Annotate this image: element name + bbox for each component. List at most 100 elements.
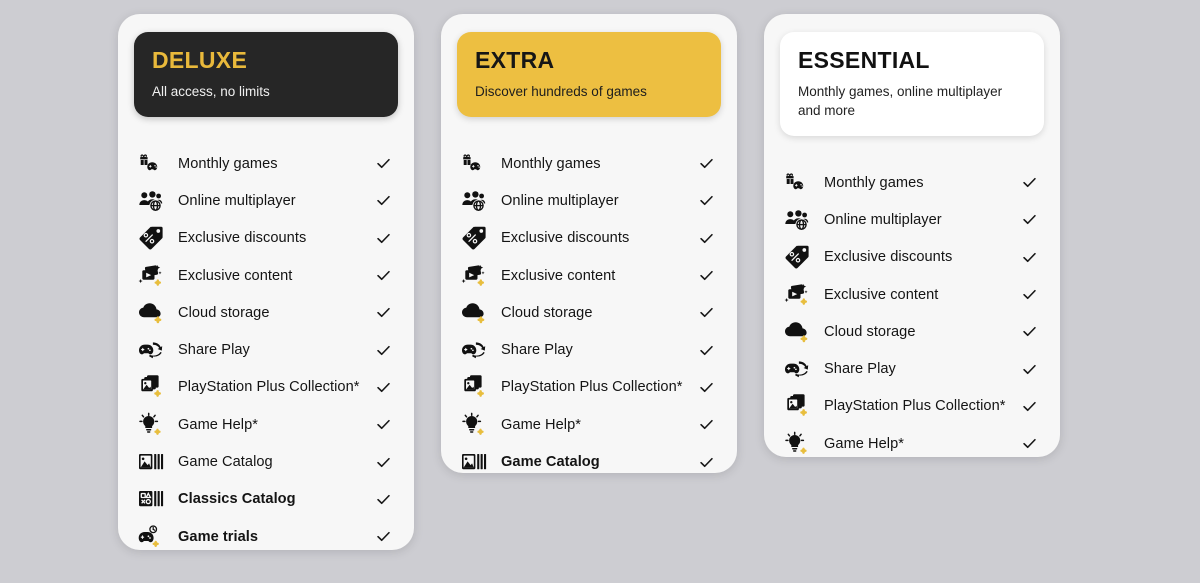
plan-subtitle: All access, no limits	[152, 84, 270, 100]
check-icon	[697, 231, 715, 246]
plan-card-deluxe[interactable]: DELUXE All access, no limits Monthly games…	[118, 14, 414, 550]
feature-label: Exclusive content	[824, 286, 939, 303]
feature-label: Monthly games	[824, 174, 924, 191]
feature-row: Share Play	[782, 350, 1038, 387]
game-catalog-icon	[459, 449, 489, 475]
feature-label: PlayStation Plus Collection*	[178, 379, 360, 396]
feature-row: Game Help*	[782, 425, 1038, 462]
share-play-icon	[782, 356, 812, 382]
feature-row: PlayStation Plus Collection*	[782, 388, 1038, 425]
check-icon	[1020, 399, 1038, 414]
feature-label: Online multiplayer	[501, 192, 619, 209]
feature-row: Classics Catalog	[136, 481, 392, 518]
feature-row: Cloud storage	[459, 294, 715, 331]
online-multiplayer-icon	[136, 188, 166, 214]
check-icon	[374, 492, 392, 507]
cloud-storage-icon	[136, 300, 166, 326]
check-icon	[1020, 436, 1038, 451]
feature-row: Share Play	[459, 331, 715, 368]
game-help-icon	[782, 431, 812, 457]
feature-row: Share Play	[136, 331, 392, 368]
check-icon	[374, 156, 392, 171]
feature-label: Online multiplayer	[824, 211, 942, 228]
online-multiplayer-icon	[459, 188, 489, 214]
feature-label: Game Catalog	[178, 454, 273, 471]
check-icon	[697, 380, 715, 395]
check-icon	[374, 529, 392, 544]
plan-header-deluxe: DELUXE All access, no limits	[134, 32, 398, 118]
feature-label: Share Play	[501, 342, 573, 359]
feature-row: Exclusive discounts	[459, 220, 715, 257]
feature-label: Game trials	[178, 528, 259, 545]
exclusive-discounts-icon	[136, 225, 166, 251]
share-play-icon	[459, 337, 489, 363]
feature-row: Game Catalog	[136, 443, 392, 480]
check-icon	[697, 305, 715, 320]
exclusive-discounts-icon	[459, 225, 489, 251]
feature-row: Game Help*	[459, 406, 715, 443]
check-icon	[1020, 287, 1038, 302]
feature-label: Game Catalog	[501, 454, 600, 471]
feature-row: Online multiplayer	[782, 201, 1038, 238]
check-icon	[697, 268, 715, 283]
monthly-games-icon	[136, 151, 166, 177]
feature-list-essential: Monthly games Online multiplayer Exclusive…	[764, 164, 1060, 462]
feature-label: Exclusive content	[501, 267, 616, 284]
exclusive-discounts-icon	[782, 244, 812, 270]
feature-label: Share Play	[824, 361, 896, 378]
check-icon	[374, 343, 392, 358]
feature-row: Exclusive content	[782, 276, 1038, 313]
cloud-storage-icon	[782, 319, 812, 345]
feature-row: Exclusive discounts	[782, 239, 1038, 276]
exclusive-content-icon	[136, 263, 166, 289]
ps-plus-collection-icon	[459, 374, 489, 400]
feature-row: Cloud storage	[136, 294, 392, 331]
game-help-icon	[459, 412, 489, 438]
monthly-games-icon	[459, 151, 489, 177]
game-help-icon	[136, 412, 166, 438]
feature-label: Game Help*	[501, 416, 581, 433]
plan-card-essential[interactable]: ESSENTIAL Monthly games, online multiplay…	[764, 14, 1060, 457]
feature-row: Exclusive discounts	[136, 220, 392, 257]
feature-row: PlayStation Plus Collection*	[136, 369, 392, 406]
online-multiplayer-icon	[782, 207, 812, 233]
feature-label: Classics Catalog	[178, 491, 296, 508]
game-trials-icon	[136, 524, 166, 550]
check-icon	[374, 268, 392, 283]
plan-title: DELUXE	[152, 47, 248, 73]
feature-label: Game Help*	[178, 416, 258, 433]
check-icon	[374, 455, 392, 470]
exclusive-content-icon	[782, 282, 812, 308]
check-icon	[374, 193, 392, 208]
feature-row: Online multiplayer	[136, 182, 392, 219]
feature-row: Online multiplayer	[459, 182, 715, 219]
plan-card-extra[interactable]: EXTRA Discover hundreds of games Monthly g…	[441, 14, 737, 473]
feature-label: Online multiplayer	[178, 192, 296, 209]
feature-row: Monthly games	[459, 145, 715, 182]
feature-label: Exclusive discounts	[824, 249, 953, 266]
feature-label: Exclusive discounts	[178, 230, 307, 247]
feature-label: Game Help*	[824, 435, 904, 452]
feature-label: Share Play	[178, 342, 250, 359]
feature-label: Exclusive discounts	[501, 230, 630, 247]
feature-row: Monthly games	[136, 145, 392, 182]
check-icon	[1020, 212, 1038, 227]
check-icon	[697, 193, 715, 208]
feature-row: Game Catalog	[459, 443, 715, 480]
feature-label: Exclusive content	[178, 267, 293, 284]
feature-label: Monthly games	[178, 155, 278, 172]
check-icon	[374, 305, 392, 320]
plan-subtitle: Discover hundreds of games	[475, 84, 647, 100]
monthly-games-icon	[782, 170, 812, 196]
feature-list-extra: Monthly games Online multiplayer Exclusive…	[441, 145, 737, 481]
plan-header-extra: EXTRA Discover hundreds of games	[457, 32, 721, 118]
feature-row: Exclusive content	[136, 257, 392, 294]
check-icon	[1020, 324, 1038, 339]
check-icon	[374, 417, 392, 432]
feature-row: PlayStation Plus Collection*	[459, 369, 715, 406]
cloud-storage-icon	[459, 300, 489, 326]
ps-plus-collection-icon	[136, 374, 166, 400]
feature-row: Exclusive content	[459, 257, 715, 294]
plan-subtitle: Monthly games, online multiplayer and mo…	[798, 84, 1003, 119]
plan-title: EXTRA	[475, 47, 555, 73]
